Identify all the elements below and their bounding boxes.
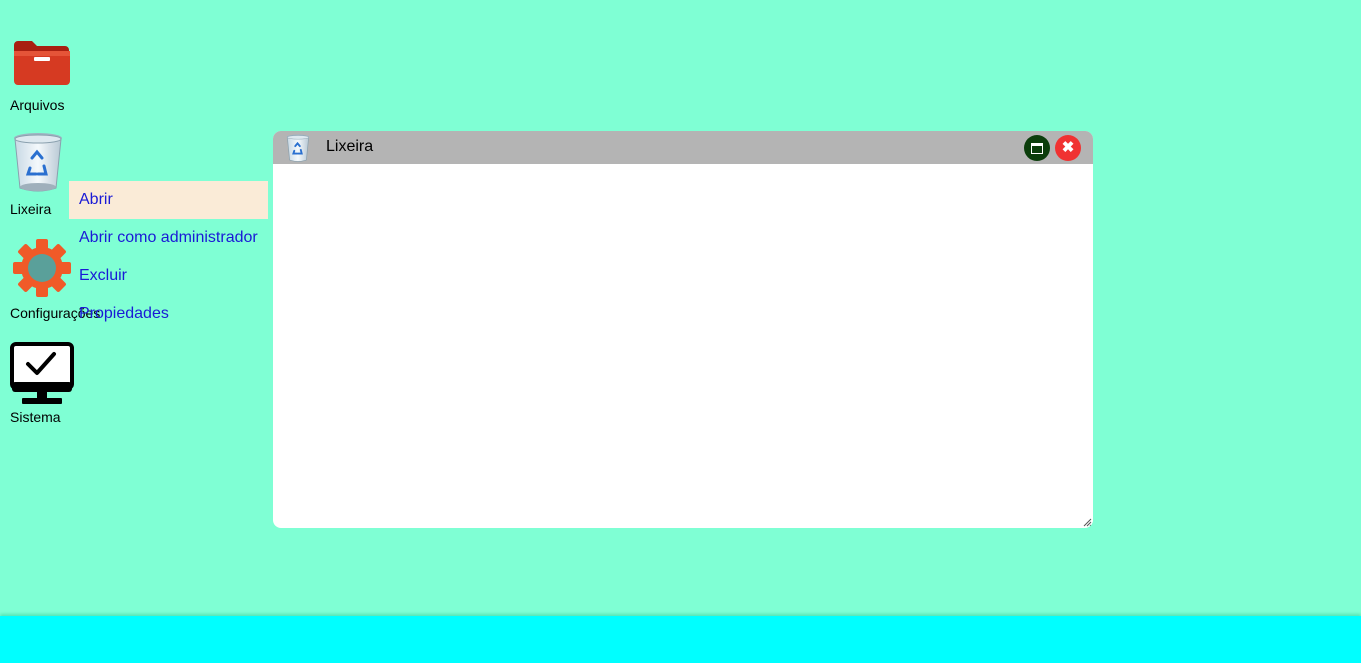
close-icon: ✖: [1061, 139, 1075, 156]
folder-icon: [14, 41, 70, 85]
recycle-bin-window: Lixeira ✖: [273, 131, 1093, 528]
window-title: Lixeira: [326, 138, 374, 155]
desktop-icon-label: Lixeira: [10, 201, 52, 217]
maximize-button[interactable]: [1024, 135, 1050, 161]
maximize-icon: [1031, 143, 1043, 154]
close-button[interactable]: ✖: [1055, 135, 1081, 161]
taskbar: [0, 616, 1361, 663]
desktop-icon-label: Arquivos: [10, 97, 65, 113]
context-menu: Abrir Abrir como administrador Excluir P…: [69, 181, 268, 333]
window-titlebar[interactable]: Lixeira ✖: [273, 131, 1093, 164]
desktop-icon-label: Sistema: [10, 409, 61, 425]
menu-item-abrir-como-administrador[interactable]: Abrir como administrador: [69, 219, 268, 257]
menu-item-propriedades[interactable]: Propiedades: [69, 295, 268, 333]
recycle-bin-icon: [286, 134, 310, 162]
menu-item-excluir[interactable]: Excluir: [69, 257, 268, 295]
resize-handle[interactable]: [1082, 517, 1092, 527]
recycle-bin-icon: [14, 133, 62, 192]
monitor-check-icon: [10, 342, 74, 404]
gear-icon: [13, 239, 71, 297]
menu-item-abrir[interactable]: Abrir: [69, 181, 268, 219]
